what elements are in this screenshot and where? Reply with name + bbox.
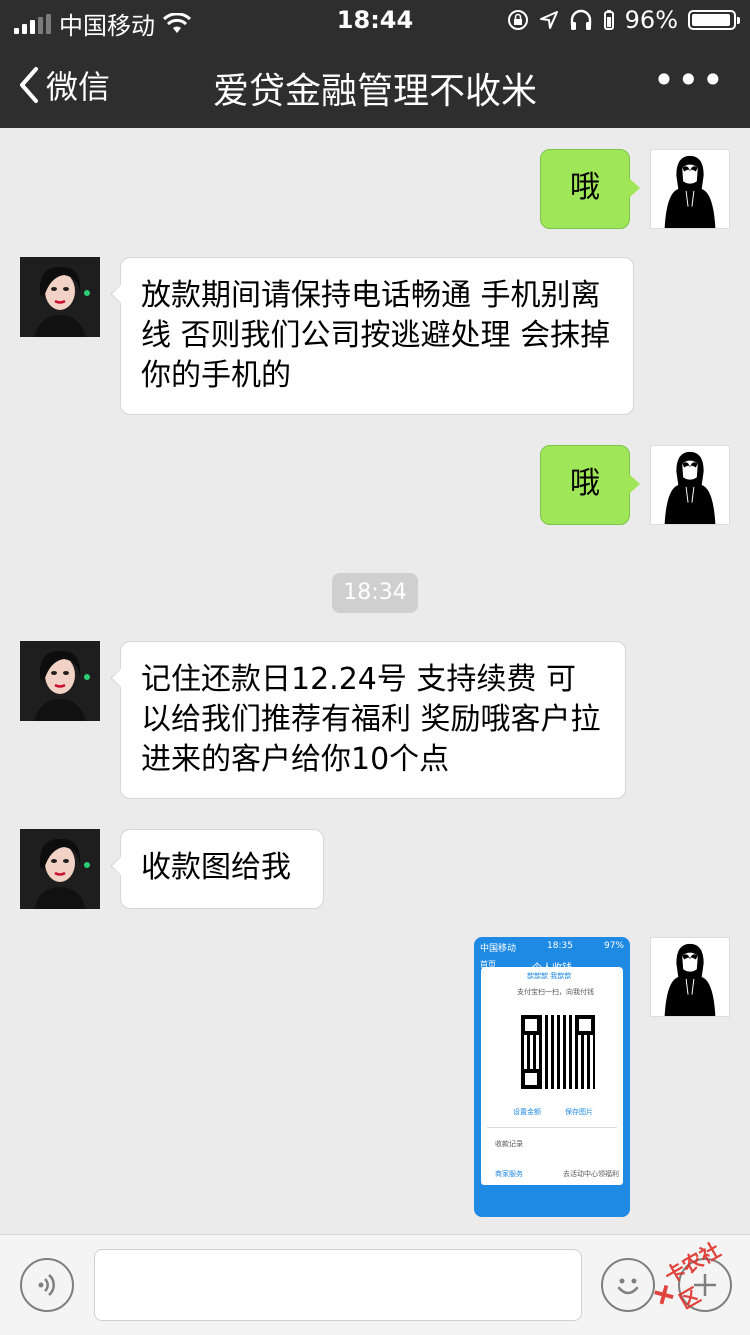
contact-photo-icon [20, 829, 100, 909]
message-text: 收款图给我 [141, 850, 291, 885]
contact-photo-icon [20, 641, 100, 721]
qr-code-icon [521, 1015, 595, 1089]
message-bubble-outgoing[interactable]: 哦 [540, 445, 640, 525]
smiley-icon [617, 1278, 639, 1295]
payment-card: 歆歆歆 我歆歆 支付宝扫一扫，向我付钱 设置金额 保存图片 收款记录 [481, 967, 623, 1177]
message-text: 记住还款日12.24号 支持续费 可以给我们推荐有福利 奖励哦客户拉进来的客户给… [141, 662, 601, 777]
location-icon [539, 11, 558, 29]
message-bubble-incoming[interactable]: 记住还款日12.24号 支持续费 可以给我们推荐有福利 奖励哦客户拉进来的客户给… [110, 641, 626, 799]
merchant-service-row: 商家服务 去活动中心领福利 [481, 1163, 623, 1185]
battery-percent: 96% [624, 6, 678, 34]
message-text: 哦 [570, 466, 600, 501]
page-title: 爱贷金融管理不收米 [212, 71, 537, 112]
avatar-contact[interactable] [20, 829, 100, 909]
message-bubble-incoming[interactable]: 收款图给我 [110, 829, 324, 909]
hooded-figure-icon [664, 451, 716, 524]
battery-icon [688, 10, 740, 30]
chat-input-bar [0, 1234, 750, 1335]
screenshot-status-bar: 中国移动 18:35 97% [480, 941, 624, 954]
message-input[interactable] [94, 1249, 582, 1321]
chat-timestamp: 18:34 [332, 573, 418, 613]
avatar-self[interactable] [650, 937, 730, 1017]
status-bar: 中国移动 18:44 96% [0, 0, 750, 40]
avatar-contact[interactable] [20, 257, 100, 337]
headphones-icon [570, 9, 591, 30]
message-bubble-outgoing[interactable]: 哦 [540, 149, 640, 229]
message-text: 哦 [570, 170, 600, 205]
hooded-figure-icon [664, 943, 716, 1016]
chat-header: 微信 爱贷金融管理不收米 ••• [0, 40, 750, 128]
rotation-lock-icon [507, 10, 528, 30]
battery-small-icon [603, 10, 614, 30]
message-text: 放款期间请保持电话畅通 手机别离线 否则我们公司按逃避处理 会抹掉你的手机的 [141, 278, 611, 393]
message-bubble-incoming[interactable]: 放款期间请保持电话畅通 手机别离线 否则我们公司按逃避处理 会抹掉你的手机的 [110, 257, 634, 415]
hooded-figure-icon [664, 155, 716, 228]
voice-icon [38, 1274, 55, 1296]
contact-photo-icon [20, 257, 100, 337]
avatar-contact[interactable] [20, 641, 100, 721]
avatar-self[interactable] [650, 149, 730, 229]
image-message-payment-qr[interactable]: 中国移动 18:35 97% 首页 个人收钱 歆歆歆 我歆歆 支付宝扫一扫，向我… [474, 937, 630, 1217]
avatar-self[interactable] [650, 445, 730, 525]
more-button[interactable]: ••• [653, 61, 726, 99]
emoji-button[interactable] [601, 1258, 655, 1312]
voice-button[interactable] [20, 1258, 74, 1312]
